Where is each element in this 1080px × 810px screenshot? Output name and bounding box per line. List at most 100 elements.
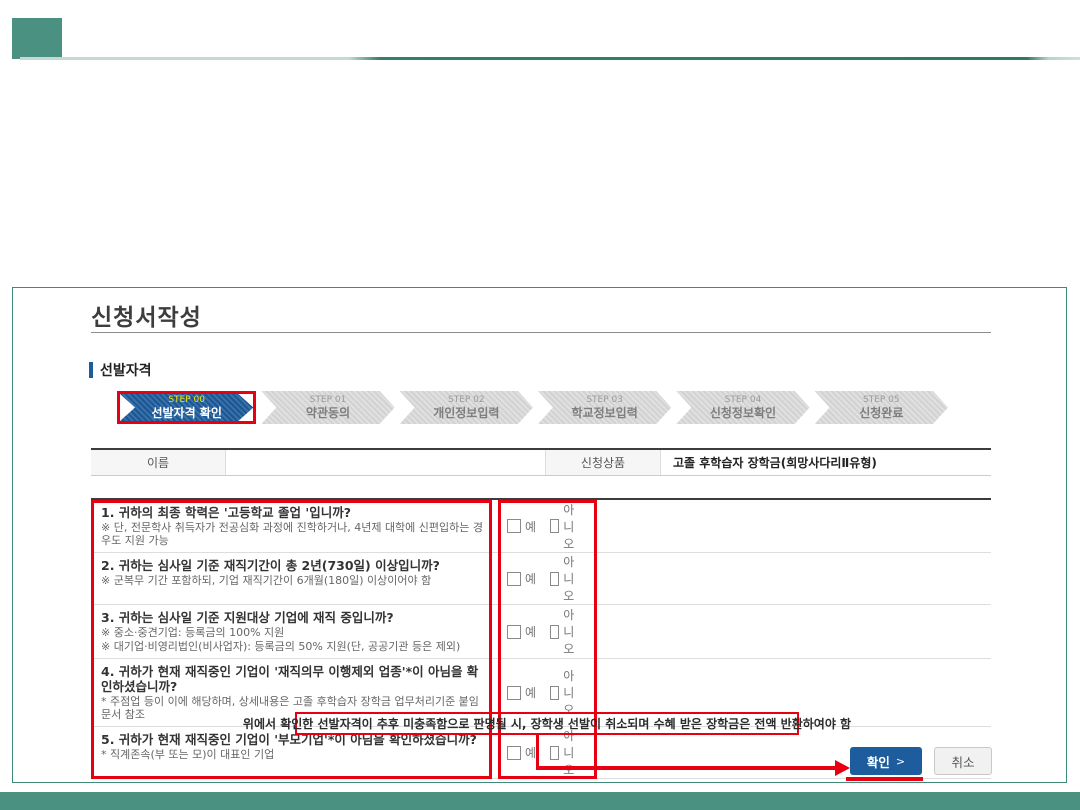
row-filler: [597, 500, 991, 552]
step-label: 약관동의: [306, 406, 350, 420]
yes-checkbox[interactable]: [507, 519, 521, 533]
yes-choice[interactable]: 예: [507, 744, 536, 761]
no-label: 아니오: [563, 606, 583, 657]
yes-choice[interactable]: 예: [507, 623, 536, 640]
name-value-cell: [226, 450, 546, 475]
step-chevron: STEP 05 신청완료: [815, 391, 948, 424]
product-label-cell: 신청상품: [546, 450, 661, 475]
warning-text: 위에서 확인한 선발자격이 추후 미충족함으로 판명될 시, 장학생 선발이 취…: [243, 715, 851, 732]
step-number: STEP 03: [586, 395, 623, 406]
yes-label: 예: [525, 518, 536, 535]
yes-label: 예: [525, 684, 536, 701]
question-cell: 2. 귀하는 심사일 기준 재직기간이 총 2년(730일) 이상입니까? ※ …: [91, 553, 492, 604]
step-item-step-05: STEP 05 신청완료: [815, 391, 948, 424]
step-item-step-04: STEP 04 신청정보확인: [676, 391, 809, 424]
step-chevron: STEP 01 약관동의: [261, 391, 394, 424]
step-number: STEP 04: [725, 395, 762, 406]
step-number: STEP 01: [310, 395, 347, 406]
no-choice[interactable]: 아니오: [550, 667, 583, 718]
question-text: 3. 귀하는 심사일 기준 지원대상 기업에 재직 중입니까?: [101, 610, 484, 625]
no-label: 아니오: [563, 553, 583, 604]
question-text: 1. 귀하의 최종 학력은 '고등학교 졸업 '입니까?: [101, 505, 484, 520]
name-label-cell: 이름: [91, 450, 226, 475]
question-notes: ※ 단, 전문학사 취득자가 전공심화 과정에 진학하거나, 4년제 대학에 신…: [101, 521, 484, 547]
chevron-right-icon: >: [896, 755, 905, 768]
yes-label: 예: [525, 744, 536, 761]
answer-cell: 예 아니오: [492, 500, 597, 552]
step-number: STEP 00: [168, 395, 205, 406]
row-filler: [597, 605, 991, 658]
no-choice[interactable]: 아니오: [550, 553, 583, 604]
question-cell: 3. 귀하는 심사일 기준 지원대상 기업에 재직 중입니까? ※ 중소·중견기…: [91, 605, 492, 658]
step-label: 학교정보입력: [572, 406, 638, 420]
step-item-step-02: STEP 02 개인정보입력: [400, 391, 533, 424]
step-number: STEP 02: [448, 395, 485, 406]
confirm-underline-annotation: [846, 777, 923, 781]
step-number: STEP 05: [863, 395, 900, 406]
yes-checkbox[interactable]: [507, 686, 521, 700]
question-text: 2. 귀하는 심사일 기준 재직기간이 총 2년(730일) 이상입니까?: [101, 558, 484, 573]
step-chevron: STEP 02 개인정보입력: [400, 391, 533, 424]
step-item-step-00: STEP 00 선발자격 확인: [117, 391, 256, 424]
brand-logo: [12, 18, 62, 59]
section-title: 선발자격: [100, 360, 152, 380]
question-note: ※ 군복무 기간 포함하되, 기업 재직기간이 6개월(180일) 이상이어야 …: [101, 574, 484, 587]
question-cell: 1. 귀하의 최종 학력은 '고등학교 졸업 '입니까? ※ 단, 전문학사 취…: [91, 500, 492, 552]
applicant-info-table: 이름 신청상품 고졸 후학습자 장학금(희망사다리Ⅱ유형): [91, 448, 991, 476]
yes-checkbox[interactable]: [507, 625, 521, 639]
row-filler: [597, 553, 991, 604]
step-progress-bar: STEP 00 선발자격 확인 STEP 01 약관동의 STEP 02 개인정…: [117, 391, 953, 424]
no-choice[interactable]: 아니오: [550, 606, 583, 657]
cancel-button-label: 취소: [951, 752, 974, 771]
yes-choice[interactable]: 예: [507, 684, 536, 701]
header-divider: [20, 57, 1080, 60]
yes-label: 예: [525, 570, 536, 587]
question-note: ※ 중소·중견기업: 등록금의 100% 지원: [101, 626, 484, 639]
step-item-step-03: STEP 03 학교정보입력: [538, 391, 671, 424]
title-divider: [91, 332, 991, 333]
yes-choice[interactable]: 예: [507, 518, 536, 535]
confirm-button-label: 확인: [867, 752, 890, 771]
annotation-arrow-head-icon: [835, 760, 850, 776]
step-label: 신청정보확인: [710, 406, 776, 420]
no-label: 아니오: [563, 667, 583, 718]
answer-cell: 예 아니오: [492, 553, 597, 604]
cancel-button[interactable]: 취소: [934, 747, 992, 775]
question-notes: ※ 중소·중견기업: 등록금의 100% 지원※ 대기업·비영리법인(비사업자)…: [101, 626, 484, 653]
question-notes: * 직계존속(부 또는 모)이 대표인 기업: [101, 748, 484, 761]
no-checkbox[interactable]: [550, 572, 559, 586]
step-label: 신청완료: [859, 406, 903, 420]
footer-bar: [0, 792, 1080, 810]
yes-checkbox[interactable]: [507, 572, 521, 586]
step-chevron: STEP 03 학교정보입력: [538, 391, 671, 424]
step-item-step-01: STEP 01 약관동의: [261, 391, 394, 424]
confirm-button[interactable]: 확인 >: [850, 747, 922, 775]
step-chevron: STEP 04 신청정보확인: [676, 391, 809, 424]
question-note: * 직계존속(부 또는 모)이 대표인 기업: [101, 748, 484, 761]
warning-highlight-box: 위에서 확인한 선발자격이 추후 미충족함으로 판명될 시, 장학생 선발이 취…: [295, 712, 799, 735]
question-note: ※ 단, 전문학사 취득자가 전공심화 과정에 진학하거나, 4년제 대학에 신…: [101, 521, 484, 547]
section-header: 선발자격: [89, 360, 152, 380]
question-row: 2. 귀하는 심사일 기준 재직기간이 총 2년(730일) 이상입니까? ※ …: [91, 553, 991, 605]
no-checkbox[interactable]: [550, 746, 559, 760]
application-panel: 신청서작성 선발자격 STEP 00 선발자격 확인 STEP 01 약관동의 …: [12, 287, 1067, 783]
section-accent-bar: [89, 362, 93, 378]
no-checkbox[interactable]: [550, 686, 559, 700]
step-label: 개인정보입력: [433, 406, 499, 420]
no-checkbox[interactable]: [550, 519, 559, 533]
no-checkbox[interactable]: [550, 625, 559, 639]
no-label: 아니오: [563, 501, 583, 552]
yes-label: 예: [525, 623, 536, 640]
no-choice[interactable]: 아니오: [550, 501, 583, 552]
question-row: 3. 귀하는 심사일 기준 지원대상 기업에 재직 중입니까? ※ 중소·중견기…: [91, 605, 991, 659]
qualification-question-table: 1. 귀하의 최종 학력은 '고등학교 졸업 '입니까? ※ 단, 전문학사 취…: [91, 498, 991, 779]
yes-choice[interactable]: 예: [507, 570, 536, 587]
question-row: 1. 귀하의 최종 학력은 '고등학교 졸업 '입니까? ※ 단, 전문학사 취…: [91, 500, 991, 553]
page-title: 신청서작성: [91, 298, 202, 332]
annotation-arrow-horizontal: [536, 766, 837, 770]
annotation-arrow-vertical: [536, 735, 539, 768]
yes-checkbox[interactable]: [507, 746, 521, 760]
product-value-cell: 고졸 후학습자 장학금(희망사다리Ⅱ유형): [661, 450, 991, 475]
answer-cell: 예 아니오: [492, 605, 597, 658]
step-chevron: STEP 00 선발자격 확인: [120, 394, 253, 421]
